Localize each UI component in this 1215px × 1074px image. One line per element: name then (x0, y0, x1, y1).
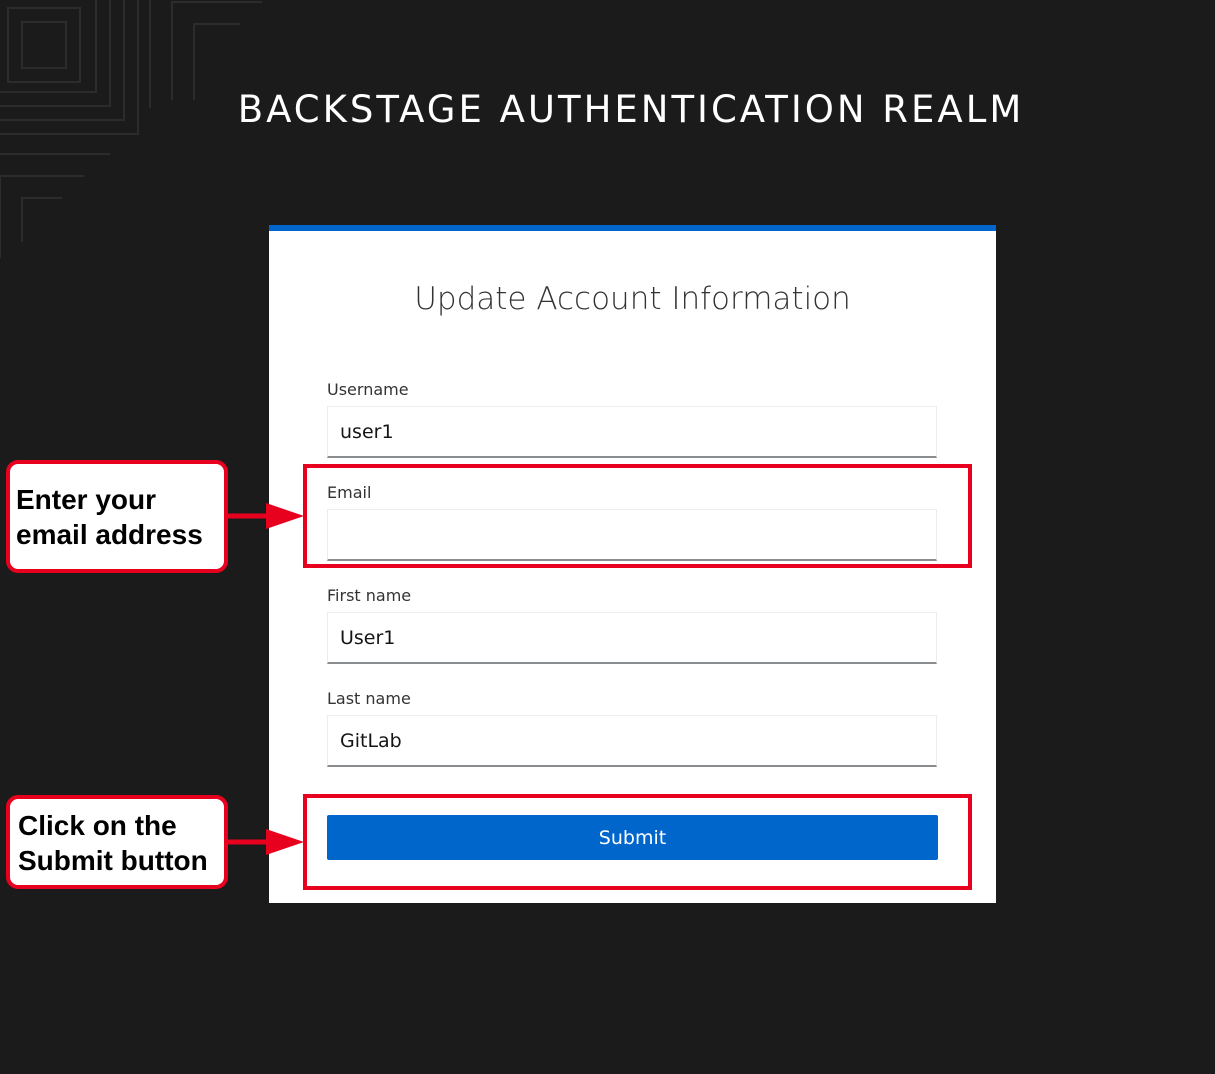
username-label: Username (327, 380, 409, 399)
email-callout-line-1: Enter your (16, 484, 157, 515)
email-callout: Enter your email address (6, 460, 228, 573)
submit-callout-line-1: Click on the (18, 810, 177, 841)
submit-button[interactable]: Submit (327, 815, 938, 860)
submit-callout-line-2: Submit button (18, 845, 208, 876)
card-title: Update Account Information (414, 281, 851, 317)
last-name-label: Last name (327, 689, 411, 708)
first-name-input[interactable] (327, 612, 937, 664)
first-name-label: First name (327, 586, 412, 605)
realm-title: BACKSTAGE AUTHENTICATION REALM (237, 88, 1025, 131)
email-label: Email (327, 483, 372, 502)
background-pattern (0, 0, 262, 258)
email-callout-line-2: email address (16, 519, 203, 550)
submit-callout: Click on the Submit button (6, 795, 228, 889)
update-account-card: Update Account Information Username Emai… (269, 225, 996, 903)
email-input[interactable] (327, 509, 937, 561)
username-input[interactable] (327, 406, 937, 458)
last-name-input[interactable] (327, 715, 937, 767)
